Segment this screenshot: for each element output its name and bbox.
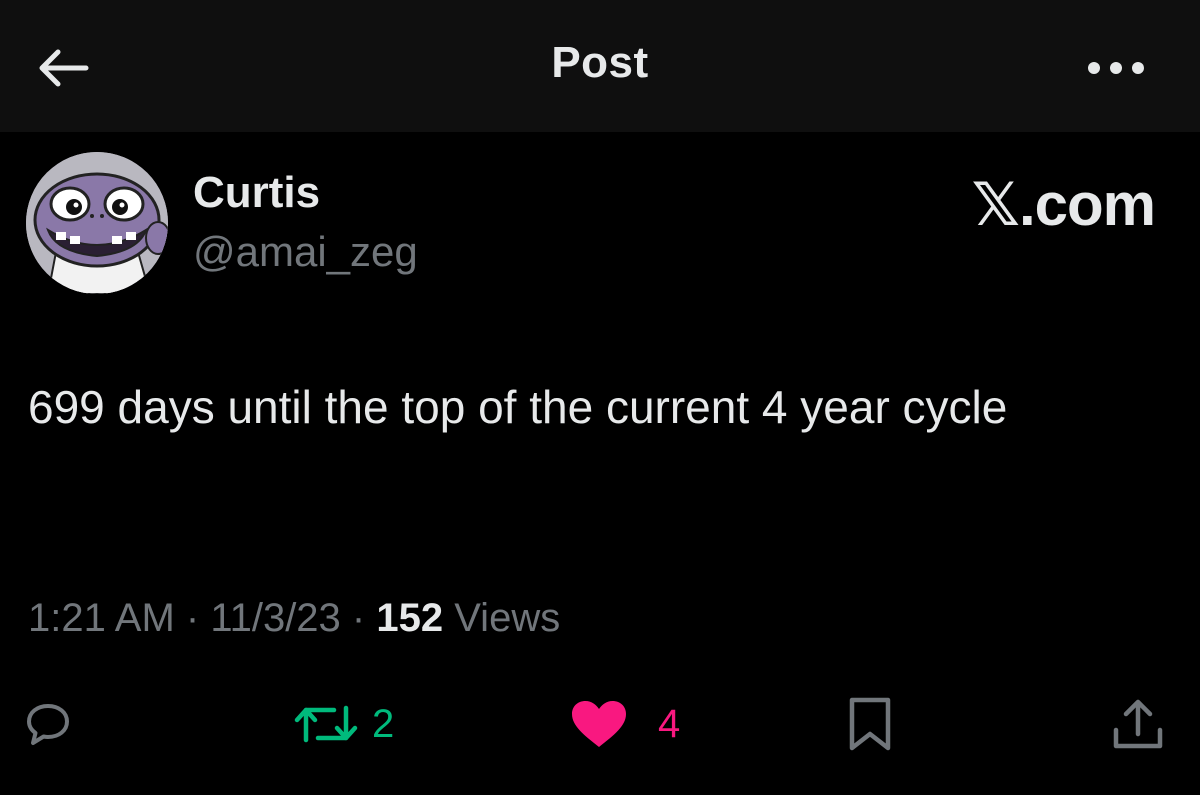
- x-com-watermark: 𝕏.com: [971, 171, 1156, 238]
- like-button[interactable]: 4: [570, 694, 680, 754]
- meta-separator: ·: [174, 596, 211, 640]
- more-horizontal-icon: [1088, 62, 1144, 74]
- like-count: 4: [658, 701, 681, 746]
- bookmark-button[interactable]: [846, 694, 894, 754]
- post-text: 699 days until the top of the current 4 …: [28, 381, 1008, 433]
- post-time[interactable]: 1:21 AM: [28, 596, 175, 640]
- cartoon-avatar-icon: [26, 152, 168, 294]
- page-title: Post: [551, 38, 649, 87]
- retweet-button[interactable]: 2: [294, 694, 394, 754]
- post-metadata: 1:21 AM · 11/3/23 · 152 Views: [28, 596, 560, 641]
- bookmark-icon: [849, 697, 891, 751]
- retweet-count: 2: [372, 701, 395, 746]
- meta-separator: ·: [340, 596, 377, 640]
- share-icon: [1113, 699, 1163, 749]
- share-button[interactable]: [1110, 694, 1166, 754]
- author-handle[interactable]: @amai_zeg: [193, 228, 418, 276]
- views-count: 152: [376, 596, 444, 640]
- top-bar: Post: [0, 0, 1200, 132]
- avatar[interactable]: [26, 152, 168, 294]
- author-display-name[interactable]: Curtis: [193, 168, 320, 218]
- reply-button[interactable]: [24, 694, 72, 754]
- more-options-button[interactable]: [1080, 44, 1152, 92]
- reply-bubble-icon: [27, 704, 69, 745]
- retweet-icon: [294, 705, 358, 743]
- post-date[interactable]: 11/3/23: [210, 596, 341, 640]
- views-label: Views: [443, 596, 561, 640]
- heart-filled-icon: [572, 701, 626, 747]
